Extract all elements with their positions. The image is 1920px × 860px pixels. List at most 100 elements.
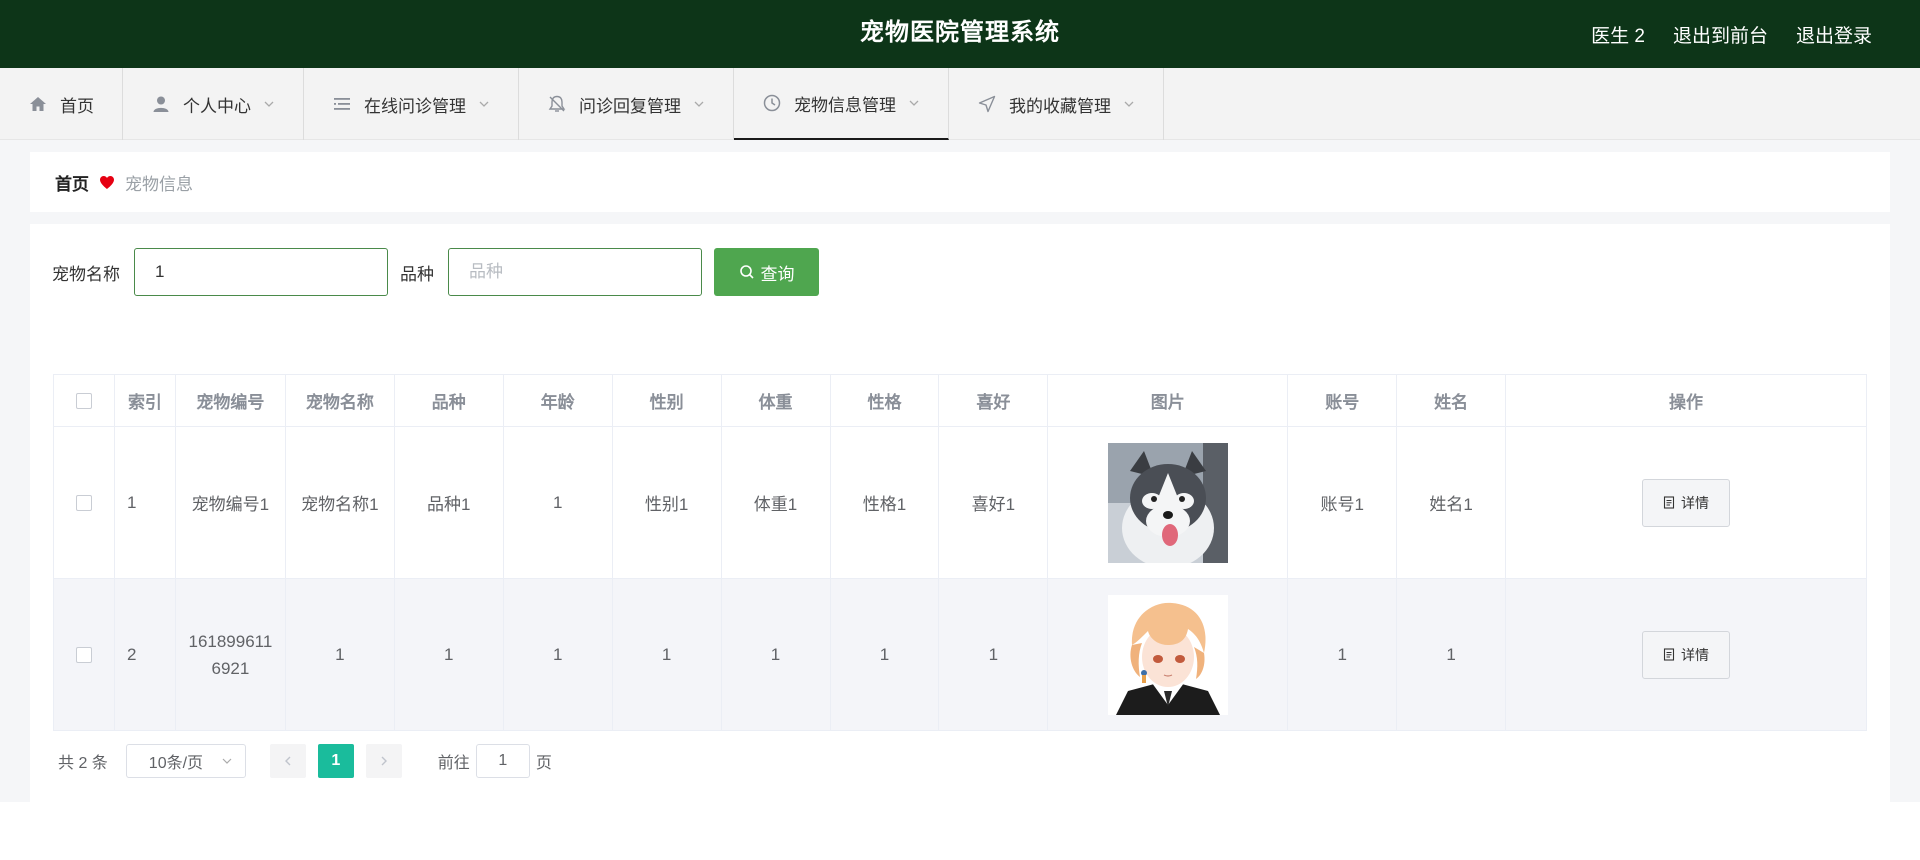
row-select-cell — [53, 426, 115, 579]
pagination: 共 2 条 10条/页 1 前往 页 — [58, 744, 552, 778]
chevron-down-icon — [478, 98, 490, 110]
column-header: 体重 — [720, 374, 831, 427]
column-header: 操作 — [1505, 374, 1867, 427]
chevron-down-icon — [222, 758, 232, 764]
column-header: 索引 — [113, 374, 176, 427]
goto-suffix: 页 — [535, 755, 552, 772]
page-size-select[interactable]: 10条/页 — [125, 744, 246, 778]
nav-item-online-consult[interactable]: 在线问诊管理 — [304, 68, 519, 140]
chevron-down-icon — [908, 97, 920, 109]
nav-label: 首页 — [60, 96, 94, 116]
chevron-down-icon — [1123, 98, 1135, 110]
cell-weight: 1 — [720, 578, 831, 731]
chevron-down-icon — [263, 98, 275, 110]
document-icon — [1663, 496, 1675, 509]
search-icon — [739, 265, 754, 279]
nav-item-consult-reply[interactable]: 问诊回复管理 — [519, 68, 734, 140]
search-button[interactable]: 查询 — [714, 248, 819, 296]
list-icon — [332, 94, 352, 114]
column-header: 账号 — [1287, 374, 1398, 427]
heart-icon — [99, 175, 115, 190]
cell-account: 账号1 — [1287, 426, 1398, 579]
search-form: 宠物名称 品种 查询 — [52, 248, 819, 296]
detail-button-label: 详情 — [1681, 646, 1710, 663]
cell-gender: 1 — [611, 578, 722, 731]
goto-page-input[interactable] — [475, 744, 530, 778]
breadcrumb-home[interactable]: 首页 — [55, 170, 89, 195]
header-actions: 医生 2 退出到前台 退出登录 — [1591, 0, 1872, 68]
husky-dog-image — [1107, 442, 1228, 563]
cell-account: 1 — [1287, 578, 1398, 731]
nav-item-personal-center[interactable]: 个人中心 — [123, 68, 304, 140]
page-size-value: 10条/页 — [148, 755, 204, 772]
nav-label: 宠物信息管理 — [794, 95, 896, 115]
chevron-right-icon — [381, 756, 387, 766]
pet-name-input[interactable] — [134, 248, 388, 296]
document-icon — [1663, 648, 1675, 661]
user-icon — [151, 94, 171, 114]
table-row: 1 宠物编号1 宠物名称1 品种1 1 性别1 体重1 性格1 喜好1 账号1 … — [53, 426, 1867, 579]
nav-label: 我的收藏管理 — [1009, 96, 1111, 116]
detail-button-label: 详情 — [1681, 494, 1710, 511]
cell-code: 1618996116921 — [174, 578, 286, 731]
cell-image — [1047, 426, 1289, 579]
cell-index: 1 — [113, 426, 176, 579]
cell-hobby: 1 — [938, 578, 1049, 731]
top-header: 宠物医院管理系统 医生 2 退出到前台 退出登录 — [0, 0, 1920, 68]
nav-item-my-favorites[interactable]: 我的收藏管理 — [949, 68, 1164, 140]
bell-off-icon — [547, 94, 567, 114]
row-checkbox[interactable] — [75, 495, 92, 512]
breed-input[interactable] — [448, 248, 702, 296]
cell-breed: 1 — [393, 578, 504, 731]
column-header: 性格 — [829, 374, 940, 427]
search-button-label: 查询 — [760, 264, 795, 284]
select-all-cell — [53, 374, 115, 427]
current-user[interactable]: 医生 2 — [1591, 21, 1645, 48]
detail-button[interactable]: 详情 — [1642, 630, 1731, 679]
goto-prefix: 前往 — [437, 755, 470, 772]
table-header-row: 索引 宠物编号 宠物名称 品种 年龄 性别 体重 性格 喜好 图片 账号 姓名 … — [53, 374, 1867, 427]
main-panel: 宠物名称 品种 查询 索引 宠物编号 宠物名称 品种 年龄 性别 体重 — [30, 224, 1890, 802]
cell-action: 详情 — [1505, 578, 1867, 731]
cell-character: 性格1 — [829, 426, 940, 579]
column-header: 宠物编号 — [174, 374, 286, 427]
column-header: 姓名 — [1396, 374, 1507, 427]
chevron-down-icon — [693, 98, 705, 110]
column-header: 图片 — [1047, 374, 1289, 427]
main-nav: 首页 个人中心 在线问诊管理 问诊回复管理 宠物信息管理 我的收藏管理 — [0, 68, 1920, 140]
select-all-checkbox[interactable] — [75, 393, 92, 410]
detail-button[interactable]: 详情 — [1642, 478, 1731, 527]
goto-page: 前往 页 — [438, 744, 552, 778]
row-select-cell — [53, 578, 115, 731]
prev-page-button[interactable] — [269, 744, 306, 778]
home-icon — [28, 94, 48, 114]
logout-link[interactable]: 退出登录 — [1796, 21, 1872, 48]
column-header: 喜好 — [938, 374, 1049, 427]
chevron-left-icon — [284, 756, 291, 766]
cell-name: 1 — [284, 578, 395, 731]
nav-item-home[interactable]: 首页 — [0, 68, 123, 140]
cell-name: 宠物名称1 — [284, 426, 395, 579]
cell-realname: 1 — [1396, 578, 1507, 731]
breadcrumb: 首页 宠物信息 — [30, 152, 1890, 212]
cell-code-text: 1618996116921 — [188, 631, 273, 678]
next-page-button[interactable] — [365, 744, 402, 778]
page-number-button[interactable]: 1 — [317, 744, 354, 778]
cell-image — [1047, 578, 1289, 731]
cell-index: 2 — [113, 578, 176, 731]
pagination-total: 共 2 条 — [58, 755, 108, 772]
nav-item-pet-info[interactable]: 宠物信息管理 — [734, 68, 949, 140]
cell-weight: 体重1 — [720, 426, 831, 579]
pet-table: 索引 宠物编号 宠物名称 品种 年龄 性别 体重 性格 喜好 图片 账号 姓名 … — [53, 374, 1867, 731]
cell-action: 详情 — [1505, 426, 1867, 579]
exit-to-front-link[interactable]: 退出到前台 — [1673, 21, 1768, 48]
cell-gender: 性别1 — [611, 426, 722, 579]
breed-label: 品种 — [400, 264, 434, 284]
nav-label: 在线问诊管理 — [364, 96, 466, 116]
pet-name-label: 宠物名称 — [52, 264, 120, 284]
column-header: 年龄 — [502, 374, 613, 427]
row-checkbox[interactable] — [75, 647, 92, 664]
cell-age: 1 — [502, 578, 613, 731]
anime-boy-image — [1107, 594, 1228, 715]
breadcrumb-current: 宠物信息 — [125, 174, 193, 194]
